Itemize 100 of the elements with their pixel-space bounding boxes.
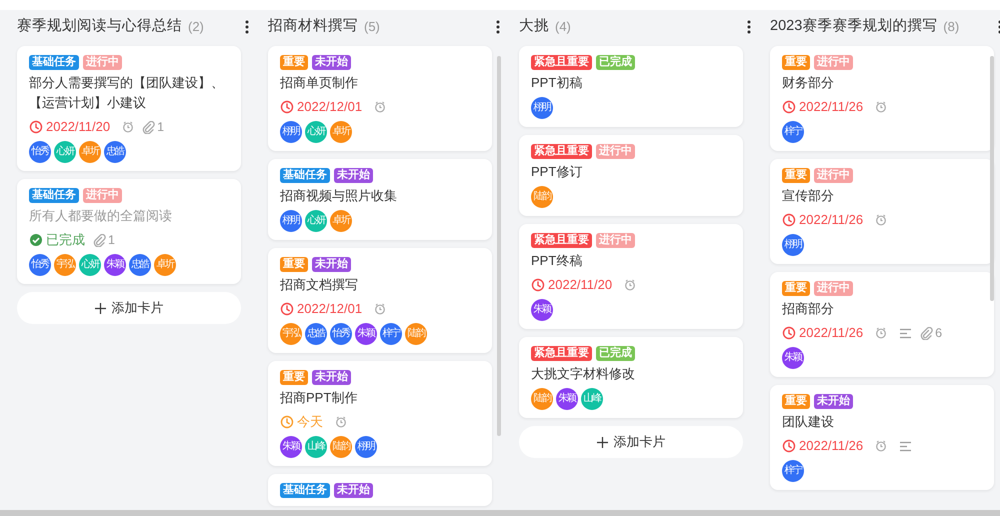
due-date: 2022/12/01 [297,300,362,318]
member-avatar: 卓圻 [330,121,352,143]
member-avatar: 山峰 [305,436,327,458]
member-avatar: 陆韵 [330,436,352,458]
task-tag: 紧急且重要 [531,233,592,248]
more-icon[interactable] [496,20,500,34]
member-avatar: 梓宁 [782,121,804,143]
member-avatar: 梓宁 [380,323,402,345]
card-title: 招商PPT制作 [280,389,358,407]
card-count: (8) [943,18,960,36]
clock-icon [280,415,294,429]
clock-icon [280,302,294,316]
task-tag: 重要 [280,370,308,385]
card-title: 团队建设 [782,413,835,431]
card-count: (2) [188,18,204,36]
member-avatar: 卓圻 [154,254,176,276]
more-icon[interactable] [245,20,249,34]
task-tag: 进行中 [814,281,853,296]
member-avatar: 山峰 [581,388,603,410]
scrollbar-thumb[interactable] [990,56,994,301]
task-tag: 未开始 [334,483,373,498]
task-card[interactable]: 重要 进行中 招商部分 2022/11/26 6 朱颖 [770,272,994,377]
member-avatar: 朱颖 [104,254,126,276]
clock-icon [29,120,43,134]
card-title: 招商文档撰写 [280,276,359,294]
task-tag: 未开始 [312,55,351,70]
task-card[interactable]: 紧急且重要 进行中 PPT终稿 2022/11/20 朱颖 [519,224,743,329]
member-avatar: 朱颖 [782,347,804,369]
task-card[interactable]: 重要 进行中 财务部分 2022/11/26 梓宁 [770,46,994,151]
task-tag: 未开始 [334,168,373,183]
member-avatar: 朱颖 [531,299,553,321]
task-tag: 进行中 [814,168,853,183]
task-tag: 进行中 [83,55,122,70]
member-avatar: 梓宁 [782,460,804,482]
member-avatar: 怡秀 [29,254,51,276]
attachment-count: 1 [157,118,164,136]
task-card[interactable]: 紧急且重要 已完成 PPT初稿 栩明 [519,46,743,127]
card-title: 所有人都要做的全篇阅读 [29,207,173,225]
due-date: 2022/11/26 [799,211,864,230]
member-avatar: 忠皓 [129,254,151,276]
task-tag: 重要 [782,394,810,409]
task-tag: 已完成 [596,55,635,70]
card-title: PPT修订 [531,163,584,181]
member-avatar: 怡秀 [29,141,51,163]
check-icon [29,233,43,247]
card-count: (4) [555,18,571,36]
plus-icon [596,436,608,448]
column-title: 大挑 [519,17,549,36]
due-date: 2022/11/26 [799,98,864,116]
member-avatar: 卓圻 [79,141,101,163]
member-avatar: 朱颖 [280,436,302,458]
member-avatar: 心妍 [305,121,327,143]
task-card[interactable]: 重要 未开始 招商单页制作 2022/12/01 栩明 心妍 卓圻 [268,46,492,151]
member-avatar: 栩明 [280,210,302,232]
due-date: 已完成 [46,231,85,250]
task-tag: 进行中 [83,188,122,203]
due-date: 今天 [297,413,323,432]
column-title: 招商材料撰写 [268,16,358,36]
clock-icon [280,100,294,114]
plus-icon [94,302,106,314]
task-card[interactable]: 紧急且重要 已完成 大挑文字材料修改 陆韵 朱颖 山峰 [519,337,743,418]
task-tag: 未开始 [312,370,351,385]
member-avatar: 朱颖 [355,323,377,345]
member-avatar: 栩明 [531,97,553,119]
task-tag: 紧急且重要 [531,55,592,70]
task-tag: 进行中 [814,55,853,70]
task-card[interactable]: 重要 未开始 团队建设 2022/11/26 梓宁 [770,385,994,490]
due-date: 2022/11/20 [548,276,612,294]
member-avatar: 怡秀 [330,323,352,345]
due-date: 2022/12/01 [297,98,362,116]
task-tag: 紧急且重要 [531,346,592,361]
attachment-count: 1 [108,232,115,249]
task-tag: 未开始 [814,394,853,409]
add-card-button[interactable]: 添加卡片 [17,292,241,324]
task-card[interactable]: 重要 未开始 招商文档撰写 2022/12/01 宇泓 忠皓 怡秀 朱颖 梓宁 陆韵 [268,248,492,353]
horizontal-scrollbar[interactable] [0,510,1000,516]
task-tag: 重要 [782,55,810,70]
task-card[interactable]: 基础任务 未开始 招商视频与照片收集 栩明 心妍 卓圻 [268,159,492,240]
paperclip-icon [142,120,156,134]
task-tag: 重要 [782,281,810,296]
task-card[interactable]: 基础任务 进行中 所有人都要做的全篇阅读 已完成 1 怡秀 宇泓 心妍 朱颖 忠皓 卓圻 [17,179,241,284]
card-count: (5) [364,18,380,36]
more-icon[interactable] [747,20,751,34]
scrollbar-thumb[interactable] [497,56,501,436]
task-card[interactable]: 基础任务 未开始 [268,474,492,506]
task-tag: 基础任务 [29,55,79,70]
member-avatar: 卓圻 [330,210,352,232]
member-avatar: 忠皓 [104,141,126,163]
task-card[interactable]: 重要 未开始 招商PPT制作 今天 朱颖 山峰 陆韵 栩明 [268,361,492,466]
task-card[interactable]: 紧急且重要 进行中 PPT修订 陆韵 [519,135,743,216]
member-avatar: 心妍 [305,210,327,232]
add-card-button[interactable]: 添加卡片 [519,426,743,458]
card-title: PPT初稿 [531,74,584,92]
task-tag: 基础任务 [280,168,330,183]
task-card[interactable]: 基础任务 进行中 部分人需要撰写的【团队建设】、【运营计划】小建议 2022/11/20 1 怡秀 心妍 卓圻 忠皓 [17,46,241,171]
clock-icon [782,100,796,114]
clock-icon [782,439,796,453]
clock-icon [782,326,796,340]
member-avatar: 朱颖 [556,388,578,410]
due-date: 2022/11/26 [799,324,864,342]
